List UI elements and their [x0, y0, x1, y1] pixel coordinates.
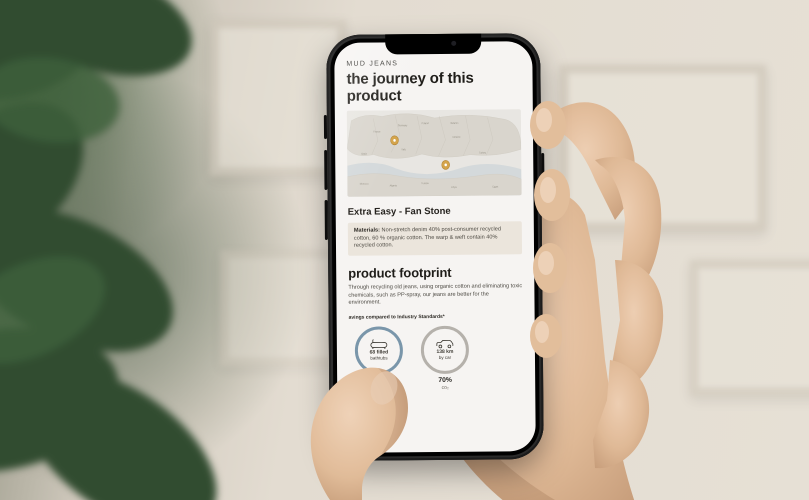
metric-co2-unit: by car [435, 356, 455, 361]
metric-co2-label: co₂ [442, 385, 449, 391]
svg-text:Italy: Italy [402, 148, 407, 151]
phone-device: MUD JEANS the journey of this product [326, 33, 544, 461]
phone-notch [385, 34, 481, 55]
photo-background: MUD JEANS the journey of this product [0, 0, 809, 500]
footprint-title: product footprint [348, 264, 522, 282]
metric-co2[interactable]: 138 km by car 70% co₂ [421, 326, 470, 392]
svg-text:Morocco: Morocco [360, 183, 369, 186]
metric-water-ring: 68 filled bathtubs [355, 326, 403, 374]
svg-text:Spain: Spain [361, 153, 367, 156]
footprint-blurb: Through recycling old jeans, using organ… [348, 283, 522, 307]
phone-volume-up [324, 150, 327, 190]
product-name: Extra Easy - Fan Stone [348, 206, 522, 219]
journey-map[interactable]: France Germany Poland Belarus Ukraine Sp… [347, 110, 522, 198]
svg-text:Egypt: Egypt [492, 186, 498, 189]
car-icon [435, 339, 455, 349]
phone-volume-down [325, 200, 328, 240]
svg-text:Turkey: Turkey [479, 152, 487, 155]
metric-water-label: water [373, 386, 385, 392]
metric-water-percent: 94% [372, 377, 386, 386]
app-screen: MUD JEANS the journey of this product [334, 41, 536, 453]
svg-text:Libya: Libya [451, 186, 457, 189]
svg-text:Tunisia: Tunisia [421, 182, 429, 185]
wall-frame [560, 65, 766, 231]
brand-label: MUD JEANS [346, 59, 520, 69]
bathtub-icon [370, 340, 388, 350]
wall-frame [690, 260, 809, 396]
metric-co2-ring: 138 km by car [421, 326, 469, 374]
page-title: the journey of this product [346, 70, 486, 105]
svg-text:Germany: Germany [398, 124, 408, 127]
materials-box: Materials: Non-stretch denim 40% post-co… [348, 221, 522, 255]
metric-water-unit: bathtubs [370, 356, 389, 361]
phone-silent-switch [324, 115, 327, 139]
location-pin-b [442, 161, 450, 170]
footprint-metrics: 68 filled bathtubs 94% water [349, 325, 524, 392]
standards-note: avings compared to Industry Standards* [349, 313, 523, 321]
svg-text:Algeria: Algeria [390, 185, 398, 188]
svg-text:France: France [373, 131, 381, 134]
metric-water[interactable]: 68 filled bathtubs 94% water [355, 326, 404, 392]
app-content[interactable]: MUD JEANS the journey of this product [334, 41, 536, 453]
svg-text:Ukraine: Ukraine [452, 136, 460, 139]
materials-label: Materials: [354, 228, 380, 234]
location-pin-a [391, 136, 399, 145]
metric-co2-percent: 70% [438, 377, 452, 386]
phone-power-button [541, 153, 545, 211]
svg-text:Belarus: Belarus [451, 122, 459, 125]
svg-text:Poland: Poland [422, 122, 430, 125]
